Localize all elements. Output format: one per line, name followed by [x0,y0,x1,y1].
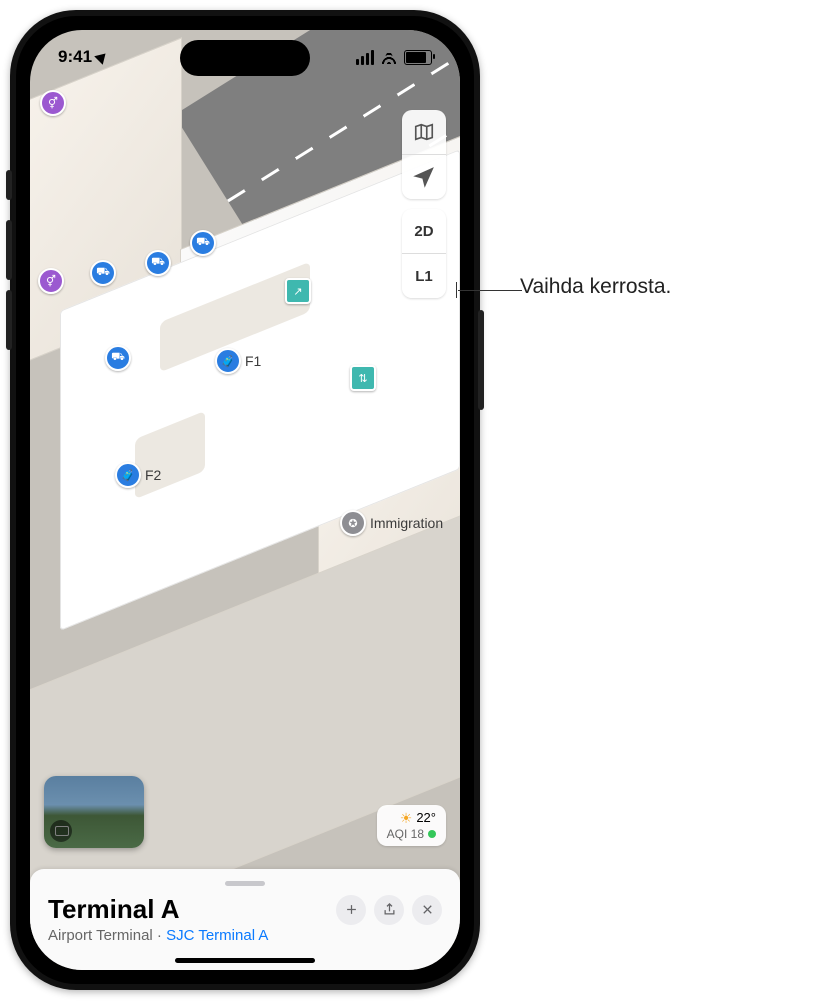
binoculars-icon [55,826,69,836]
level-label: L1 [415,268,433,285]
place-subtitle: Airport Terminal · SJC Terminal A [48,927,442,944]
phone-frame: 9:41 [10,10,480,990]
place-category: Airport Terminal [48,927,153,944]
cart-icon: ⛟ [105,345,131,371]
plus-icon [344,902,359,917]
elevator-icon: ⇅ [350,365,376,391]
baggage-icon: 🧳 [115,462,141,488]
map-mode-button[interactable] [402,110,446,155]
poi-label: F2 [145,467,161,483]
screen: 9:41 [30,30,460,970]
temperature: 22° [416,810,436,826]
baggage-icon: 🧳 [215,348,241,374]
share-button[interactable] [374,895,404,925]
callout-text: Vaihda kerrosta. [520,275,671,299]
poi-label: Immigration [370,515,443,531]
restroom-icon: ⚥ [40,90,66,116]
wifi-icon [380,50,398,64]
share-icon [382,902,397,917]
level-picker-button[interactable]: L1 [402,254,446,298]
phone-bezel: 9:41 [16,16,474,984]
location-arrow-icon [94,49,110,65]
restroom-icon: ⚥ [38,268,64,294]
tracking-button[interactable] [402,155,446,199]
elevator-poi[interactable]: ⇅ [350,365,376,391]
volume-down-button [6,290,12,350]
aqi-label: AQI 18 [387,827,424,841]
baggage-cart-poi[interactable]: ⛟ [90,260,116,286]
cart-icon: ⛟ [90,260,116,286]
callout-leader [458,290,522,291]
place-link[interactable]: SJC Terminal A [166,927,268,944]
grabber[interactable] [225,881,265,886]
place-title: Terminal A [48,894,179,925]
view-mode-label: 2D [414,223,433,240]
map-controls: 2D L1 [402,110,446,298]
escalator-poi[interactable]: ↗ [285,278,311,304]
power-button [478,310,484,410]
add-button[interactable] [336,895,366,925]
cart-icon: ⛟ [190,230,216,256]
sun-icon: ☀︎ [400,810,413,827]
map-icon [413,121,435,143]
clock: 9:41 [58,47,92,67]
silent-switch [6,170,12,200]
baggage-cart-poi[interactable]: ⛟ [105,345,131,371]
dynamic-island [180,40,310,76]
baggage-claim-poi[interactable]: 🧳 F2 [115,462,161,488]
look-around-thumbnail[interactable] [44,776,144,848]
restroom-poi[interactable]: ⚥ [40,90,66,116]
battery-icon [404,50,432,65]
restroom-poi[interactable]: ⚥ [38,268,64,294]
immigration-poi[interactable]: ✪ Immigration [340,510,443,536]
place-card[interactable]: Terminal A [30,869,460,970]
home-indicator[interactable] [175,958,315,963]
escalator-icon: ↗ [285,278,311,304]
poi-label: F1 [245,353,261,369]
close-button[interactable] [412,895,442,925]
baggage-claim-poi[interactable]: 🧳 F1 [215,348,261,374]
aqi-dot-icon [428,830,436,838]
toggle-3d-button[interactable]: 2D [402,209,446,254]
weather-pill[interactable]: ☀︎ 22° AQI 18 [377,805,446,846]
baggage-cart-poi[interactable]: ⛟ [190,230,216,256]
immigration-icon: ✪ [340,510,366,536]
close-icon [420,902,435,917]
cart-icon: ⛟ [145,250,171,276]
location-arrow-icon [413,166,435,188]
baggage-cart-poi[interactable]: ⛟ [145,250,171,276]
volume-up-button [6,220,12,280]
cellular-icon [356,50,374,65]
